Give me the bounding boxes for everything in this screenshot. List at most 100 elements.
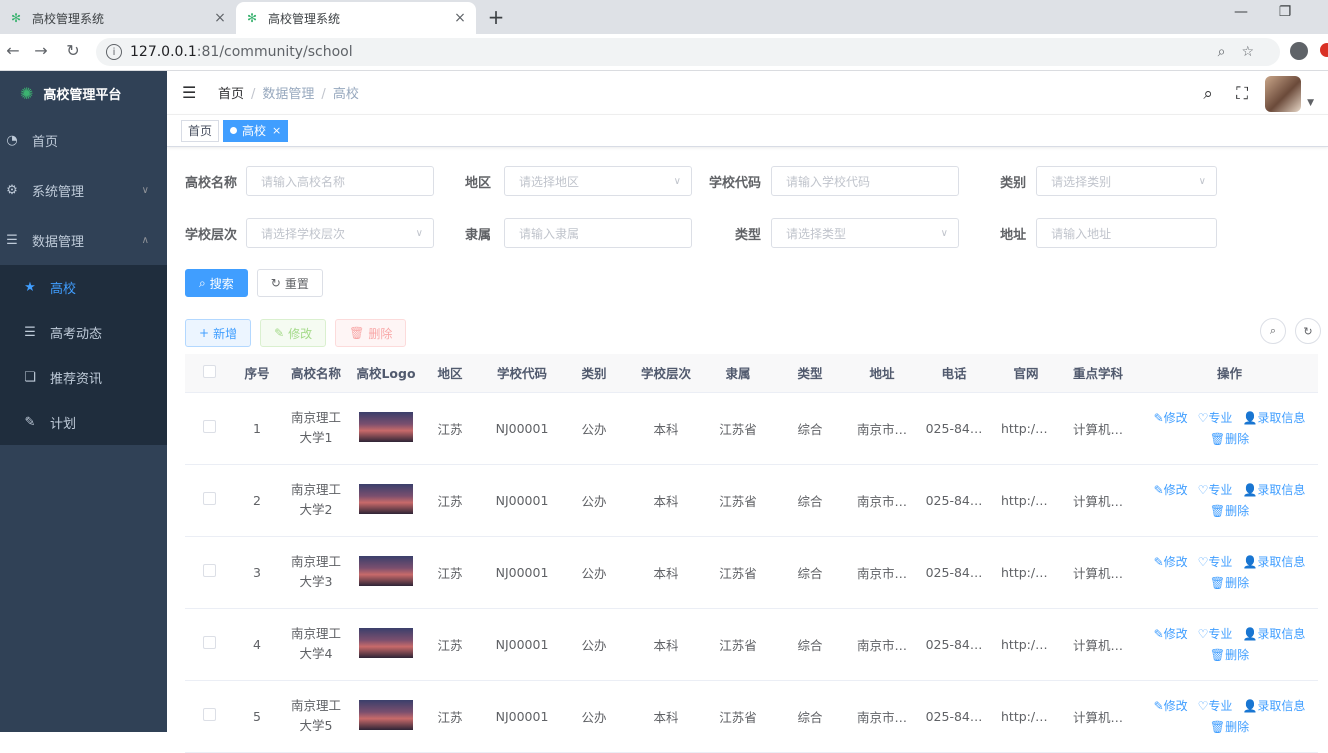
- address-input[interactable]: 请输入地址: [1036, 218, 1217, 248]
- info-icon[interactable]: i: [106, 44, 122, 60]
- school-table: 序号 高校名称 高校Logo 地区 学校代码 类别 学校层次 隶属 类型 地址 …: [185, 354, 1318, 753]
- tag-school[interactable]: 高校 ×: [223, 119, 289, 142]
- filter-category: 类别 请选择类别 ∨: [959, 166, 1217, 196]
- profile-icon[interactable]: [1290, 42, 1308, 60]
- row-edit-link[interactable]: ✎修改: [1154, 481, 1188, 498]
- zoom-icon[interactable]: ⌕: [1218, 44, 1226, 60]
- school-logo-image[interactable]: [359, 483, 413, 514]
- sidebar-item-home[interactable]: ◔ 首页: [0, 115, 167, 165]
- tag-home[interactable]: 首页: [181, 119, 220, 142]
- close-icon[interactable]: ×: [212, 10, 228, 26]
- row-select[interactable]: [185, 680, 233, 753]
- close-icon[interactable]: ×: [452, 10, 468, 26]
- sidebar-item-recommend[interactable]: ❏ 推荐资讯: [0, 355, 167, 400]
- back-arrow-icon[interactable]: ←: [0, 41, 26, 60]
- cell-name: 南京理工大学3: [281, 536, 351, 609]
- checkbox[interactable]: [202, 564, 216, 577]
- hamburger-icon[interactable]: ☰: [182, 83, 198, 102]
- row-admission-link[interactable]: 👤录取信息: [1242, 553, 1305, 570]
- cell-phone: 025-84…: [911, 392, 997, 465]
- cell-code: NJ00001: [479, 608, 565, 681]
- sidebar-item-system[interactable]: ⚙ 系统管理 ∨: [0, 165, 167, 215]
- edit-button[interactable]: ✎ 修改: [260, 319, 327, 347]
- refresh-button[interactable]: ↻: [1295, 318, 1321, 344]
- row-edit-link[interactable]: ✎修改: [1154, 409, 1188, 426]
- sidebar-item-exam-news[interactable]: ☰ 高考动态: [0, 310, 167, 355]
- url-field[interactable]: i 127.0.0.1:81/community/school ⌕ ☆: [96, 38, 1280, 66]
- reset-button[interactable]: ↻ 重置: [256, 269, 323, 297]
- column-header: 类型: [767, 354, 853, 393]
- reload-icon[interactable]: ↻: [60, 41, 86, 60]
- row-delete-link[interactable]: 🗑删除: [1210, 502, 1249, 519]
- category-select[interactable]: 请选择类别 ∨: [1036, 166, 1217, 196]
- row-select[interactable]: [185, 608, 233, 681]
- row-major-link[interactable]: ♡专业: [1198, 553, 1233, 570]
- checkbox[interactable]: [202, 708, 216, 721]
- caret-down-icon[interactable]: ▼: [1307, 98, 1314, 108]
- toggle-search-button[interactable]: ⌕: [1260, 318, 1286, 344]
- row-admission-link[interactable]: 👤录取信息: [1242, 697, 1305, 714]
- sidebar-item-school[interactable]: ★ 高校: [0, 265, 167, 310]
- select-all[interactable]: [185, 354, 233, 393]
- delete-button[interactable]: 🗑 删除: [335, 319, 407, 347]
- sidebar-logo[interactable]: ✺ 高校管理平台: [0, 71, 167, 115]
- row-admission-link[interactable]: 👤录取信息: [1242, 481, 1305, 498]
- filter-affiliation: 隶属 请输入隶属: [443, 218, 701, 248]
- school-code-input[interactable]: 请输入学校代码: [771, 166, 959, 196]
- browser-tab-1[interactable]: ✻ 高校管理系统 ×: [0, 2, 236, 34]
- checkbox[interactable]: [202, 420, 216, 433]
- row-edit-link[interactable]: ✎修改: [1154, 553, 1188, 570]
- type-select[interactable]: 请选择类型 ∨: [771, 218, 959, 248]
- cell-affiliation: 江苏省: [709, 680, 767, 753]
- row-select[interactable]: [185, 536, 233, 609]
- close-icon[interactable]: ×: [272, 124, 281, 137]
- row-select[interactable]: [185, 464, 233, 537]
- forward-arrow-icon[interactable]: →: [28, 41, 54, 60]
- add-button[interactable]: + 新增: [185, 319, 252, 347]
- row-delete-link[interactable]: 🗑删除: [1210, 718, 1249, 735]
- sidebar-item-plan[interactable]: ✎ 计划: [0, 400, 167, 445]
- breadcrumb-item[interactable]: 首页: [218, 87, 244, 102]
- row-delete-link[interactable]: 🗑删除: [1210, 430, 1249, 447]
- restore-icon[interactable]: ❐: [1270, 4, 1300, 20]
- checkbox[interactable]: [202, 492, 216, 505]
- checkbox[interactable]: [202, 364, 216, 378]
- school-name-input[interactable]: 请输入高校名称: [246, 166, 434, 196]
- list-icon: ☰: [24, 325, 36, 340]
- row-major-link[interactable]: ♡专业: [1198, 625, 1233, 642]
- row-admission-link[interactable]: 👤录取信息: [1242, 409, 1305, 426]
- update-icon[interactable]: [1320, 43, 1328, 57]
- cell-region: 江苏: [421, 392, 479, 465]
- checkbox[interactable]: [202, 636, 216, 649]
- table-row: 5 南京理工大学5 江苏 NJ00001 公办 本科 江苏省 综合 南京市… 0…: [185, 680, 1318, 753]
- plus-icon[interactable]: +: [484, 5, 508, 29]
- row-edit-link[interactable]: ✎修改: [1154, 625, 1188, 642]
- cell-code: NJ00001: [479, 392, 565, 465]
- search-button[interactable]: ⌕ 搜索: [185, 269, 248, 297]
- sidebar-item-data[interactable]: ☰ 数据管理 ∧: [0, 215, 167, 265]
- row-edit-link[interactable]: ✎修改: [1154, 697, 1188, 714]
- school-logo-image[interactable]: [359, 411, 413, 442]
- fullscreen-icon[interactable]: ⛶: [1231, 84, 1253, 104]
- row-major-link[interactable]: ♡专业: [1198, 697, 1233, 714]
- url-text: 127.0.0.1:81/community/school: [130, 44, 353, 60]
- row-admission-link[interactable]: 👤录取信息: [1242, 625, 1305, 642]
- row-delete-link[interactable]: 🗑删除: [1210, 646, 1249, 663]
- row-select[interactable]: [185, 392, 233, 465]
- avatar[interactable]: [1265, 76, 1302, 112]
- browser-tab-2[interactable]: ✻ 高校管理系统 ×: [236, 2, 476, 34]
- row-major-link[interactable]: ♡专业: [1198, 409, 1233, 426]
- star-icon[interactable]: ☆: [1241, 44, 1254, 60]
- row-delete-link[interactable]: 🗑删除: [1210, 574, 1249, 591]
- school-logo-image[interactable]: [359, 555, 413, 586]
- level-select[interactable]: 请选择学校层次 ∨: [246, 218, 434, 248]
- row-major-link[interactable]: ♡专业: [1198, 481, 1233, 498]
- school-logo-image[interactable]: [359, 699, 413, 730]
- affiliation-input[interactable]: 请输入隶属: [504, 218, 692, 248]
- cell-no: 1: [233, 392, 281, 465]
- minimize-icon[interactable]: —: [1226, 4, 1256, 20]
- cell-actions: ✎修改 ♡专业 👤录取信息 🗑删除: [1141, 464, 1318, 537]
- region-select[interactable]: 请选择地区 ∨: [504, 166, 692, 196]
- search-icon[interactable]: ⌕: [1197, 84, 1219, 104]
- school-logo-image[interactable]: [359, 627, 413, 658]
